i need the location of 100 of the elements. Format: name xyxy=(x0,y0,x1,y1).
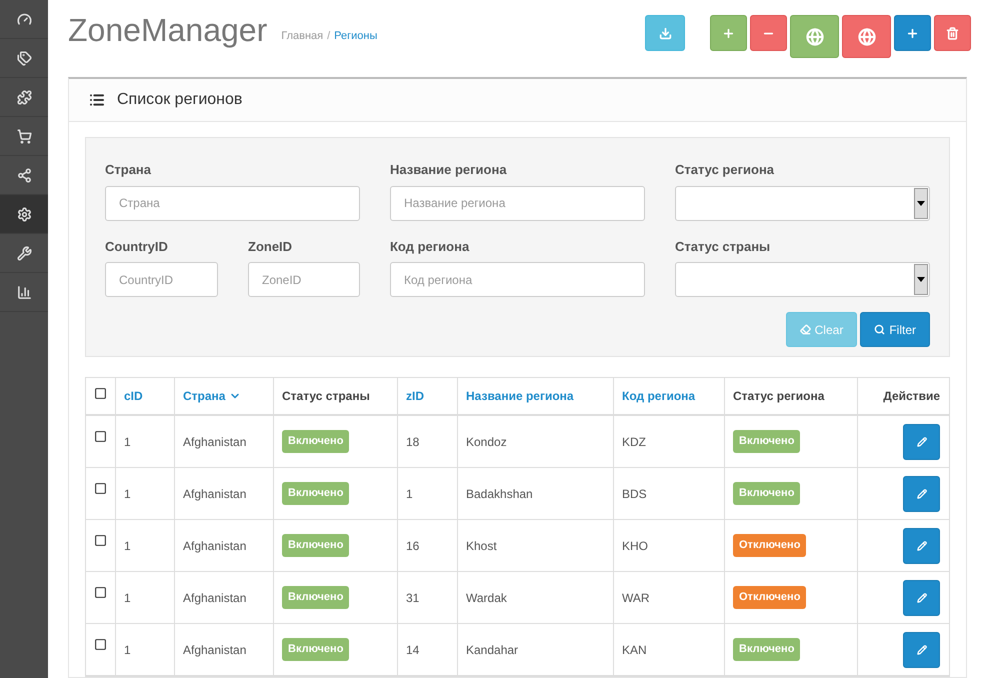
table-cell-text: Badakhshan xyxy=(466,486,533,502)
input-field[interactable]: Код региона xyxy=(390,262,645,297)
column-header[interactable]: zID xyxy=(406,387,424,405)
table-cell-text: Kondoz xyxy=(466,434,507,450)
table-cell-text: KAN xyxy=(622,642,647,658)
status-badge: Отключено xyxy=(733,586,806,609)
field-label: Название региона xyxy=(390,161,508,179)
plus-icon xyxy=(906,26,919,40)
page-title: ZoneManager xyxy=(68,14,268,46)
sidebar-item[interactable] xyxy=(0,195,48,234)
delete-button[interactable] xyxy=(934,15,971,51)
table-cell-text: Kandahar xyxy=(466,642,518,658)
table-cell-text: Khost xyxy=(466,538,497,554)
trash-icon xyxy=(946,26,959,40)
edit-button[interactable] xyxy=(903,476,940,512)
table-cell-text: Afghanistan xyxy=(183,434,246,450)
list-icon xyxy=(89,92,105,108)
breadcrumb-link[interactable]: Главная xyxy=(281,28,324,44)
cart-icon xyxy=(16,128,32,144)
column-header[interactable]: Код региона xyxy=(622,387,696,405)
table-cell-text: 1 xyxy=(124,642,131,658)
filter-button[interactable]: Filter xyxy=(860,312,930,347)
field-label: Страна xyxy=(105,161,152,179)
table-cell-text: 1 xyxy=(124,486,131,502)
field-label: Статус региона xyxy=(675,161,776,179)
table-cell-text: KHO xyxy=(622,538,648,554)
checkbox[interactable] xyxy=(94,534,107,547)
gauge-icon xyxy=(16,12,32,26)
table-cell-text: 18 xyxy=(406,434,420,450)
plus-icon xyxy=(722,26,735,40)
status-badge: Включено xyxy=(733,482,800,505)
column-header: Статус страны xyxy=(282,388,370,405)
field-label: CountryID xyxy=(105,238,169,256)
field-label: Код региона xyxy=(390,238,470,256)
panel-title: Список регионов xyxy=(117,90,242,110)
breadcrumb-separator: / xyxy=(327,28,330,44)
select-field[interactable] xyxy=(675,186,930,220)
wrench-icon xyxy=(16,246,32,260)
status-badge: Включено xyxy=(282,586,350,609)
pencil-icon xyxy=(916,592,926,602)
search-icon xyxy=(874,324,886,335)
input-field[interactable]: ZoneID xyxy=(248,262,360,297)
edit-button[interactable] xyxy=(903,528,940,564)
input-field[interactable]: Страна xyxy=(105,186,360,220)
checkbox[interactable] xyxy=(94,638,107,651)
table-cell-text: 31 xyxy=(406,590,420,606)
input-field[interactable]: Название региона xyxy=(390,186,645,220)
share-icon xyxy=(16,168,32,182)
status-badge: Включено xyxy=(282,534,350,557)
input-field[interactable]: CountryID xyxy=(105,262,218,297)
puzzle-icon xyxy=(16,90,32,104)
table-cell-text: WAR xyxy=(622,590,650,606)
column-header: Действие xyxy=(883,388,940,405)
column-header[interactable]: Название региона xyxy=(466,387,574,405)
globe-icon xyxy=(858,28,876,46)
add-button[interactable] xyxy=(894,15,931,51)
column-header: Статус региона xyxy=(733,388,824,405)
breadcrumb-link[interactable]: Регионы xyxy=(334,28,378,44)
select-field[interactable] xyxy=(675,262,930,297)
pencil-icon xyxy=(916,436,926,446)
field-label: ZoneID xyxy=(248,238,294,256)
status-badge: Включено xyxy=(733,638,800,661)
checkbox[interactable] xyxy=(94,586,107,599)
field-label: Статус страны xyxy=(675,238,772,256)
globe-button[interactable] xyxy=(790,15,839,58)
checkbox[interactable] xyxy=(94,430,107,443)
eraser-icon xyxy=(800,324,811,335)
pencil-icon xyxy=(916,488,926,498)
status-badge: Включено xyxy=(733,430,800,453)
edit-button[interactable] xyxy=(903,424,940,460)
settings-icon xyxy=(16,206,32,222)
table-cell-text: Afghanistan xyxy=(183,486,246,502)
tag-icon xyxy=(16,50,32,66)
status-badge: Включено xyxy=(282,638,350,661)
bar-chart-icon xyxy=(16,284,32,300)
table-cell-text: 14 xyxy=(406,642,420,658)
status-badge: Отключено xyxy=(733,534,806,557)
pencil-icon xyxy=(916,540,926,550)
column-header[interactable]: Страна xyxy=(183,387,242,405)
status-badge: Включено xyxy=(282,430,350,453)
edit-button[interactable] xyxy=(903,580,940,616)
pencil-icon xyxy=(916,644,926,654)
table-cell-text: BDS xyxy=(622,486,647,502)
table-cell-text: 1 xyxy=(124,590,131,606)
globe-icon xyxy=(806,28,824,46)
status-badge: Включено xyxy=(282,482,350,505)
table-cell-text: Afghanistan xyxy=(183,538,246,554)
table-cell-text: 1 xyxy=(124,538,131,554)
table-cell-text: Wardak xyxy=(466,590,507,606)
table-cell-text: 1 xyxy=(406,486,413,502)
table-cell-text: 16 xyxy=(406,538,420,554)
edit-button[interactable] xyxy=(903,632,940,668)
checkbox[interactable] xyxy=(94,482,107,495)
table-cell-text: 1 xyxy=(124,434,131,450)
table-cell-text: Afghanistan xyxy=(183,642,246,658)
column-header[interactable]: cID xyxy=(124,387,143,405)
globe-button[interactable] xyxy=(842,15,891,58)
table-cell-text: Afghanistan xyxy=(183,590,246,606)
download-icon xyxy=(658,26,672,40)
checkbox[interactable] xyxy=(94,386,107,400)
